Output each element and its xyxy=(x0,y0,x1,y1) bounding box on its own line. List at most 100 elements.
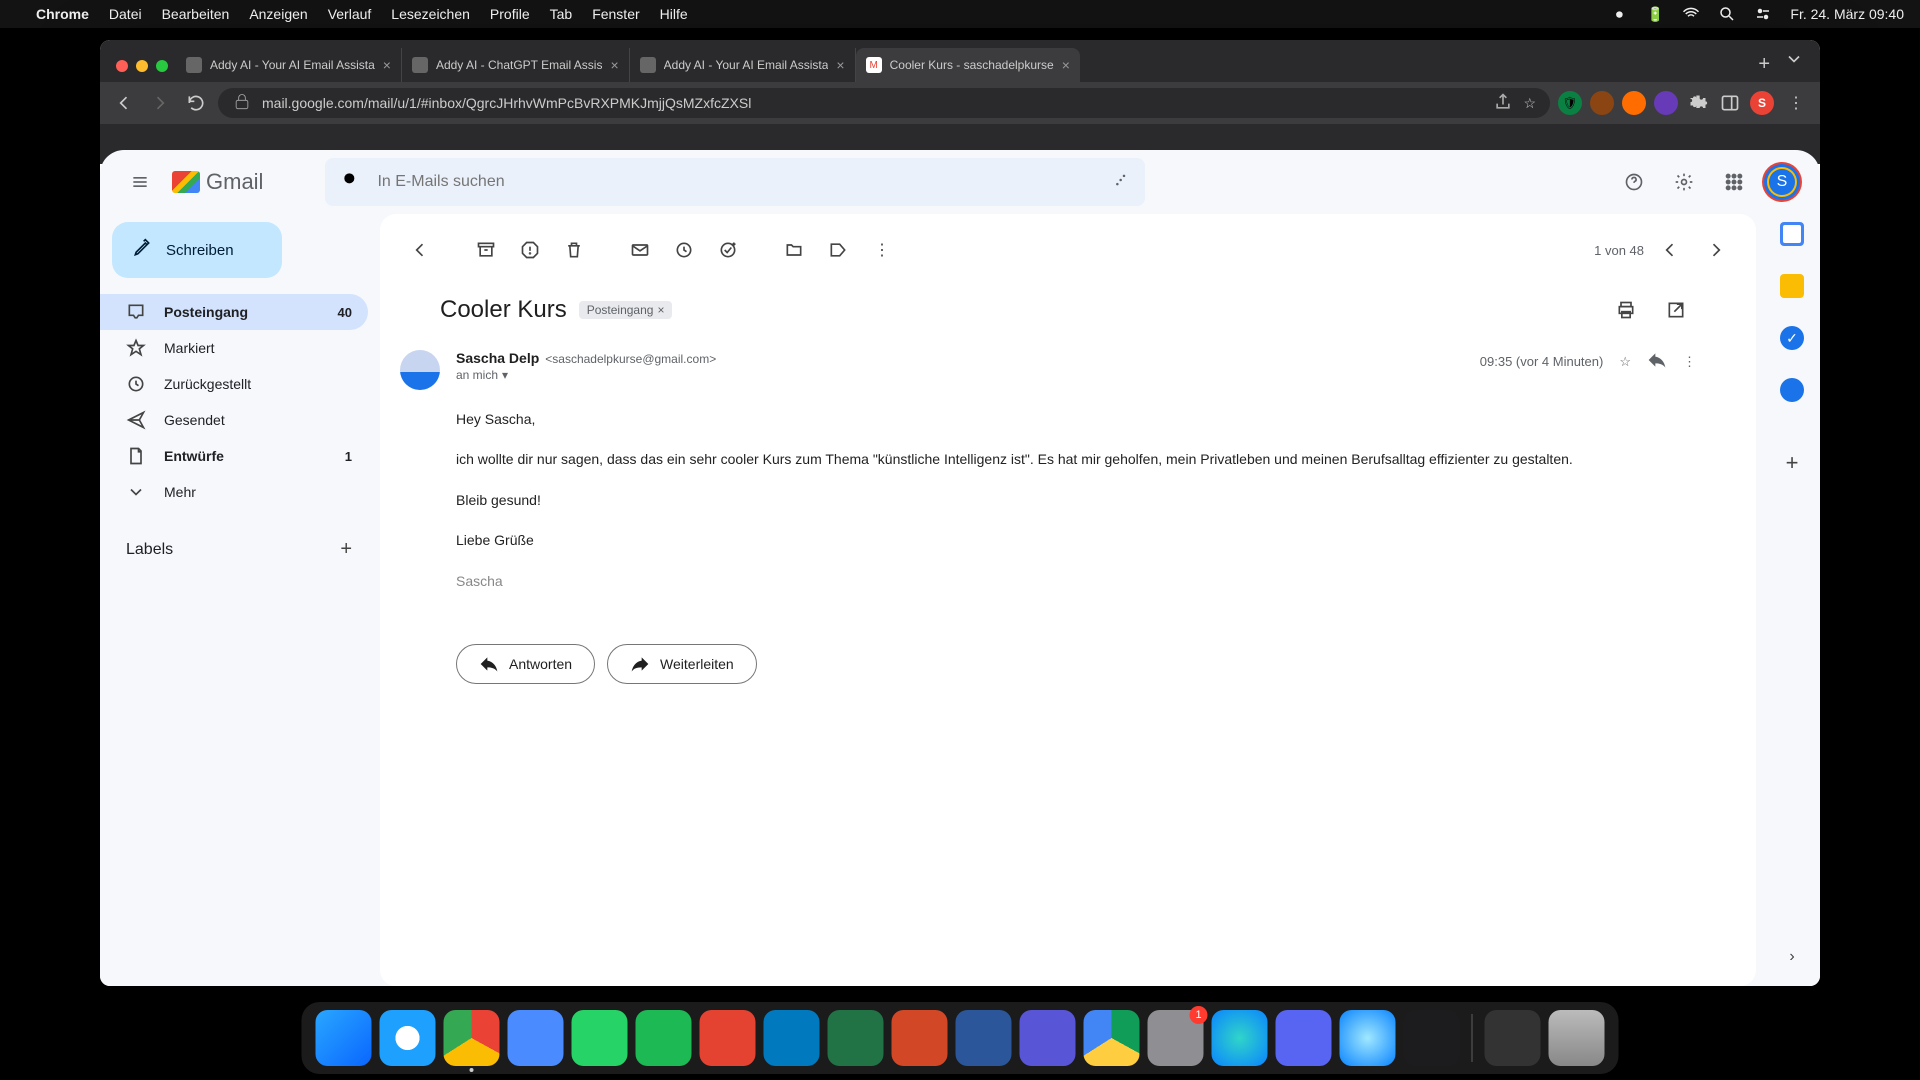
dock-trello-icon[interactable] xyxy=(764,1010,820,1066)
share-icon[interactable] xyxy=(1493,92,1513,115)
browser-tab[interactable]: Addy AI - ChatGPT Email Assis× xyxy=(402,48,630,82)
dock-whatsapp-icon[interactable] xyxy=(572,1010,628,1066)
new-tab-button[interactable]: + xyxy=(1744,53,1784,82)
menu-hilfe[interactable]: Hilfe xyxy=(660,6,688,22)
extensions-puzzle-icon[interactable] xyxy=(1686,91,1710,115)
prev-mail-button[interactable] xyxy=(1650,230,1690,270)
forward-button[interactable] xyxy=(146,89,174,117)
mark-unread-button[interactable] xyxy=(620,230,660,270)
labels-button[interactable] xyxy=(818,230,858,270)
tab-close-icon[interactable]: × xyxy=(1062,57,1070,73)
dock-imovie-icon[interactable] xyxy=(1020,1010,1076,1066)
dock-zoom-icon[interactable] xyxy=(508,1010,564,1066)
menubar-app-name[interactable]: Chrome xyxy=(36,6,89,22)
fullscreen-window-button[interactable] xyxy=(156,60,168,72)
keep-addon-icon[interactable] xyxy=(1780,274,1804,298)
google-apps-icon[interactable] xyxy=(1714,162,1754,202)
dock-powerpoint-icon[interactable] xyxy=(892,1010,948,1066)
sidebar-item-gesendet[interactable]: Gesendet xyxy=(100,402,368,438)
tab-close-icon[interactable]: × xyxy=(836,57,844,73)
menu-lesezeichen[interactable]: Lesezeichen xyxy=(391,6,470,22)
archive-button[interactable] xyxy=(466,230,506,270)
delete-button[interactable] xyxy=(554,230,594,270)
tab-close-icon[interactable]: × xyxy=(610,57,618,73)
compose-button[interactable]: Schreiben xyxy=(112,222,282,278)
bookmark-star-icon[interactable]: ☆ xyxy=(1523,95,1536,112)
print-button[interactable] xyxy=(1606,290,1646,330)
dock-quicktime-icon[interactable] xyxy=(1340,1010,1396,1066)
dock-excel-icon[interactable] xyxy=(828,1010,884,1066)
gmail-logo[interactable]: Gmail xyxy=(172,169,263,195)
tab-close-icon[interactable]: × xyxy=(383,57,391,73)
more-actions-button[interactable]: ⋮ xyxy=(862,230,902,270)
chip-remove-icon[interactable]: × xyxy=(657,303,664,317)
collapse-panel-button[interactable]: › xyxy=(1789,948,1794,966)
chrome-menu-button[interactable]: ⋮ xyxy=(1782,89,1810,117)
add-to-tasks-button[interactable] xyxy=(708,230,748,270)
browser-tab[interactable]: MCooler Kurs - saschadelpkurse× xyxy=(856,48,1080,82)
message-more-button[interactable]: ⋮ xyxy=(1683,354,1696,370)
dock-settings-icon[interactable]: 1 xyxy=(1148,1010,1204,1066)
dock-chrome-icon[interactable] xyxy=(444,1010,500,1066)
dock-todoist-icon[interactable] xyxy=(700,1010,756,1066)
dock-safari-icon[interactable] xyxy=(380,1010,436,1066)
menu-datei[interactable]: Datei xyxy=(109,6,142,22)
snooze-button[interactable] xyxy=(664,230,704,270)
menu-fenster[interactable]: Fenster xyxy=(592,6,639,22)
sidebar-item-entwürfe[interactable]: Entwürfe1 xyxy=(100,438,368,474)
menu-bearbeiten[interactable]: Bearbeiten xyxy=(162,6,230,22)
next-mail-button[interactable] xyxy=(1696,230,1736,270)
menubar-datetime[interactable]: Fr. 24. März 09:40 xyxy=(1790,6,1904,22)
control-center-icon[interactable] xyxy=(1754,5,1772,23)
add-label-button[interactable]: + xyxy=(340,538,352,561)
browser-tab[interactable]: Addy AI - Your AI Email Assista× xyxy=(176,48,402,82)
wifi-icon[interactable] xyxy=(1682,5,1700,23)
dock-drive-icon[interactable] xyxy=(1084,1010,1140,1066)
extension-4-icon[interactable] xyxy=(1654,91,1678,115)
reply-button[interactable]: Antworten xyxy=(456,644,595,684)
side-panel-icon[interactable] xyxy=(1718,91,1742,115)
extension-2-icon[interactable] xyxy=(1590,91,1614,115)
browser-tab[interactable]: Addy AI - Your AI Email Assista× xyxy=(630,48,856,82)
star-message-button[interactable]: ☆ xyxy=(1619,354,1631,370)
settings-icon[interactable] xyxy=(1664,162,1704,202)
back-to-inbox-button[interactable] xyxy=(400,230,440,270)
reload-button[interactable] xyxy=(182,89,210,117)
dock-siri-icon[interactable] xyxy=(1212,1010,1268,1066)
extension-1-icon[interactable]: 🛡 xyxy=(1558,91,1582,115)
contacts-addon-icon[interactable] xyxy=(1780,378,1804,402)
tab-overflow-button[interactable] xyxy=(1784,49,1820,82)
dock-spotify-icon[interactable] xyxy=(636,1010,692,1066)
close-window-button[interactable] xyxy=(116,60,128,72)
search-icon[interactable] xyxy=(341,170,361,195)
report-spam-button[interactable] xyxy=(510,230,550,270)
account-avatar[interactable]: S xyxy=(1764,164,1800,200)
back-button[interactable] xyxy=(110,89,138,117)
sidebar-item-posteingang[interactable]: Posteingang40 xyxy=(100,294,368,330)
spotlight-icon[interactable] xyxy=(1718,5,1736,23)
inbox-label-chip[interactable]: Posteingang × xyxy=(579,301,673,319)
menu-profile[interactable]: Profile xyxy=(490,6,530,22)
dock-voice-icon[interactable] xyxy=(1404,1010,1460,1066)
support-icon[interactable] xyxy=(1614,162,1654,202)
reply-icon-button[interactable] xyxy=(1647,350,1667,373)
search-options-icon[interactable] xyxy=(1109,170,1129,195)
minimize-window-button[interactable] xyxy=(136,60,148,72)
dock-discord-icon[interactable] xyxy=(1276,1010,1332,1066)
recording-icon[interactable]: ⏺ xyxy=(1610,5,1628,23)
dock-launchpad-icon[interactable] xyxy=(1485,1010,1541,1066)
forward-button-bottom[interactable]: Weiterleiten xyxy=(607,644,757,684)
search-input[interactable] xyxy=(377,173,1093,191)
tasks-addon-icon[interactable] xyxy=(1780,326,1804,350)
menu-tab[interactable]: Tab xyxy=(550,6,573,22)
dock-word-icon[interactable] xyxy=(956,1010,1012,1066)
address-bar[interactable]: mail.google.com/mail/u/1/#inbox/QgrcJHrh… xyxy=(218,88,1550,118)
sidebar-item-mehr[interactable]: Mehr xyxy=(100,474,368,510)
calendar-addon-icon[interactable] xyxy=(1780,222,1804,246)
battery-icon[interactable]: 🔋 xyxy=(1646,5,1664,23)
open-new-window-button[interactable] xyxy=(1656,290,1696,330)
recipient-dropdown-icon[interactable]: ▾ xyxy=(502,368,508,382)
sidebar-item-markiert[interactable]: Markiert xyxy=(100,330,368,366)
move-to-button[interactable] xyxy=(774,230,814,270)
profile-avatar-icon[interactable]: S xyxy=(1750,91,1774,115)
